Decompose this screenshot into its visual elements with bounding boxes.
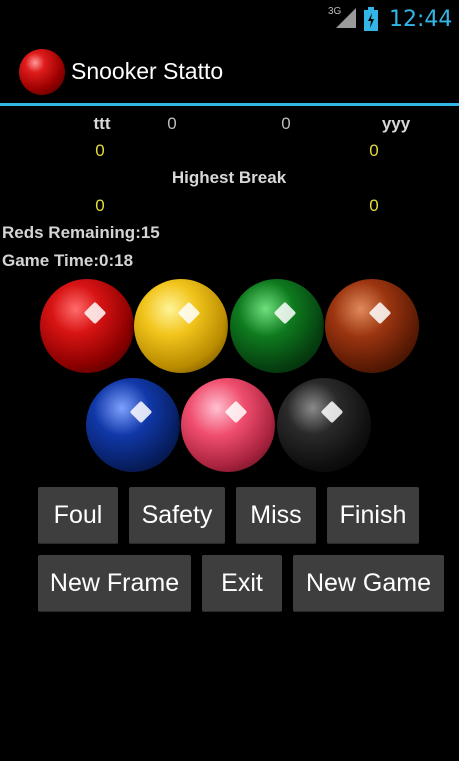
miss-button[interactable]: Miss [236, 487, 316, 544]
green-ball-button[interactable] [230, 279, 324, 373]
yellow-ball-button[interactable] [134, 279, 228, 373]
blue-ball-button[interactable] [86, 378, 180, 472]
action-bar-divider [0, 103, 459, 106]
player1-highest-break: 0 [95, 196, 105, 215]
player2-score: 0 [369, 141, 379, 160]
app-title: Snooker Statto [71, 58, 224, 84]
exit-button[interactable]: Exit [202, 555, 282, 612]
battery-icon [364, 7, 378, 31]
game-time: Game Time:0:18 [2, 251, 134, 270]
clock: 12:44 [389, 7, 453, 32]
safety-button[interactable]: Safety [129, 487, 225, 544]
app-logo-icon [19, 49, 65, 95]
red-ball-button[interactable] [40, 279, 134, 373]
player1-frames: 0 [167, 114, 177, 133]
status-bar: 3G 12:44 [0, 0, 459, 38]
player2-frames: 0 [281, 114, 291, 133]
player1-name: ttt [93, 114, 111, 133]
player2-name: yyy [381, 114, 411, 133]
black-ball-button[interactable] [277, 378, 371, 472]
action-bar: Snooker Statto [0, 38, 459, 104]
brown-ball-button[interactable] [325, 279, 419, 373]
highest-break-label: Highest Break [171, 168, 287, 187]
player2-highest-break: 0 [369, 196, 379, 215]
new-game-button[interactable]: New Game [293, 555, 444, 612]
signal-icon [336, 8, 356, 28]
player1-score: 0 [95, 141, 105, 160]
foul-button[interactable]: Foul [38, 487, 118, 544]
new-frame-button[interactable]: New Frame [38, 555, 191, 612]
pink-ball-button[interactable] [181, 378, 275, 472]
finish-button[interactable]: Finish [327, 487, 419, 544]
reds-remaining: Reds Remaining:15 [2, 223, 160, 242]
